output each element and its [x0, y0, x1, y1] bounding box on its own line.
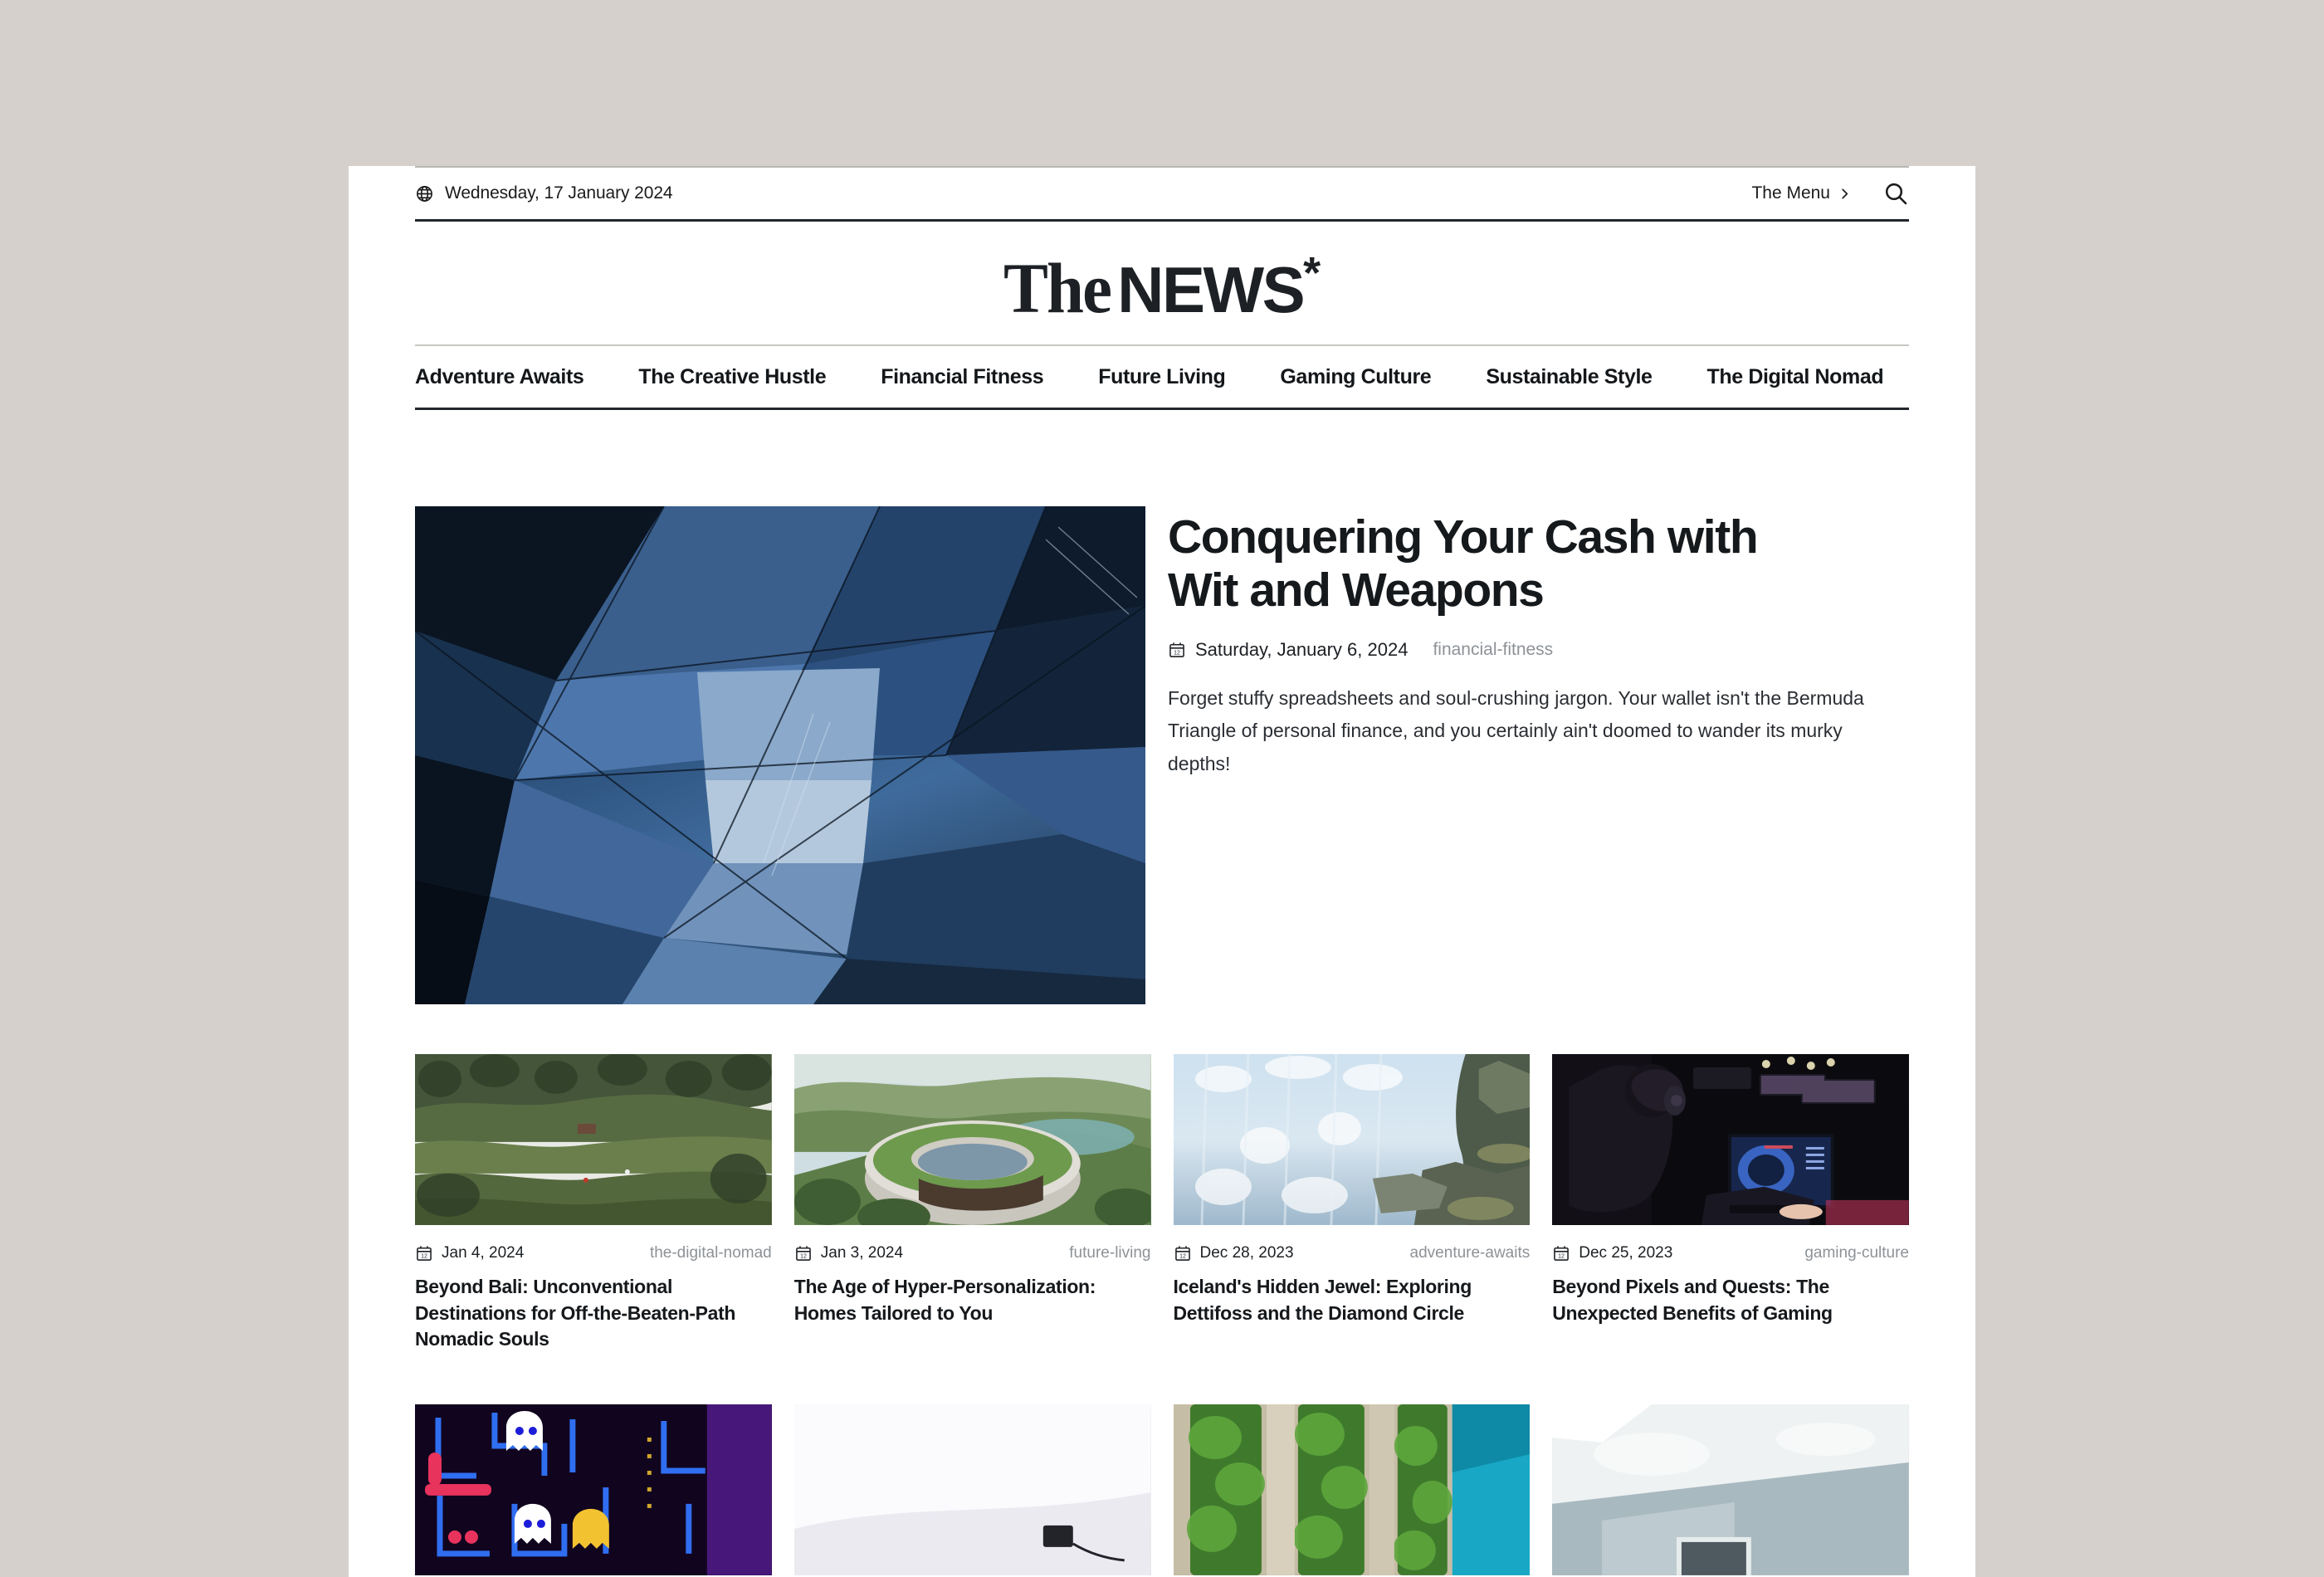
- nav-item-5[interactable]: Sustainable Style: [1486, 365, 1653, 389]
- hero-headline[interactable]: Conquering Your Cash with Wit and Weapon…: [1168, 510, 1832, 618]
- article-meta: 12 Dec 25, 2023 gaming-culture: [1552, 1244, 1909, 1262]
- topbar: Wednesday, 17 January 2024 The Menu: [415, 168, 1909, 219]
- article-card: [415, 1404, 772, 1576]
- article-grid-row-1: 12 Jan 4, 2024 the-digital-nomad Beyond Bal…: [415, 1004, 1909, 1353]
- hero-date-group: 12 Saturday, January 6, 2024: [1168, 639, 1408, 661]
- svg-text:12: 12: [421, 1254, 427, 1260]
- chevron-right-icon: [1838, 188, 1851, 200]
- article-thumbnail[interactable]: [793, 1054, 1151, 1225]
- the-menu-label: The Menu: [1751, 183, 1830, 203]
- article-category[interactable]: the-digital-nomad: [650, 1244, 772, 1262]
- article-meta: 12 Jan 3, 2024 future-living: [794, 1244, 1151, 1262]
- article-card: 12 Jan 3, 2024 future-living The Age of Hyp…: [793, 1054, 1151, 1353]
- hero-image-art: [415, 506, 1145, 1004]
- calendar-icon: 12: [1552, 1244, 1570, 1262]
- current-date: Wednesday, 17 January 2024: [445, 183, 673, 203]
- hero-article: Conquering Your Cash with Wit and Weapon…: [415, 410, 1909, 1004]
- article-date-group: 12 Dec 25, 2023: [1552, 1244, 1672, 1262]
- topbar-actions: The Menu: [1751, 180, 1909, 207]
- article-thumbnail[interactable]: [1552, 1404, 1909, 1576]
- article-card: [1173, 1404, 1531, 1576]
- calendar-icon: 12: [415, 1244, 433, 1262]
- calendar-icon: 12: [1174, 1244, 1192, 1262]
- article-category[interactable]: gaming-culture: [1804, 1244, 1909, 1262]
- hero-image[interactable]: [415, 506, 1145, 1004]
- article-card: 12 Jan 4, 2024 the-digital-nomad Beyond Bal…: [415, 1054, 772, 1353]
- primary-nav: Adventure Awaits The Creative Hustle Finan…: [415, 346, 1909, 408]
- hero-date: Saturday, January 6, 2024: [1195, 638, 1409, 660]
- nav-item-4[interactable]: Gaming Culture: [1280, 365, 1431, 389]
- article-category[interactable]: adventure-awaits: [1410, 1244, 1531, 1262]
- article-title[interactable]: Beyond Bali: Unconventional Destinations…: [415, 1274, 772, 1353]
- logo-news-text: NEWS: [1117, 253, 1306, 326]
- article-title[interactable]: Iceland's Hidden Jewel: Exploring Dettif…: [1174, 1274, 1531, 1326]
- article-category[interactable]: future-living: [1069, 1244, 1150, 1262]
- nav-item-3[interactable]: Future Living: [1098, 365, 1226, 389]
- article-card: [1552, 1404, 1909, 1576]
- article-date-group: 12 Dec 28, 2023: [1174, 1244, 1294, 1262]
- site-logo[interactable]: The NEWS *: [1003, 247, 1321, 326]
- article-date-group: 12 Jan 4, 2024: [415, 1244, 524, 1262]
- article-thumbnail[interactable]: [415, 1404, 772, 1576]
- article-date: Dec 25, 2023: [1579, 1244, 1673, 1262]
- hero-meta: 12 Saturday, January 6, 2024 financial-f…: [1168, 639, 1909, 661]
- article-card: 12 Dec 25, 2023 gaming-culture Beyond Pixel…: [1552, 1054, 1909, 1353]
- globe-icon: [415, 184, 434, 203]
- article-thumbnail[interactable]: [1173, 1054, 1531, 1225]
- nav-item-1[interactable]: The Creative Hustle: [638, 365, 826, 389]
- nav-item-6[interactable]: The Digital Nomad: [1707, 365, 1884, 389]
- article-thumbnail[interactable]: [793, 1404, 1151, 1576]
- article-date: Jan 3, 2024: [820, 1244, 904, 1262]
- calendar-icon: 12: [1168, 641, 1186, 659]
- article-meta: 12 Dec 28, 2023 adventure-awaits: [1174, 1244, 1531, 1262]
- logo-asterisk: *: [1303, 248, 1321, 298]
- hero-text-block: Conquering Your Cash with Wit and Weapon…: [1168, 506, 1909, 1004]
- masthead: The NEWS *: [415, 222, 1909, 344]
- article-thumbnail[interactable]: [1173, 1404, 1531, 1576]
- article-card: [793, 1404, 1151, 1576]
- svg-text:12: 12: [800, 1254, 807, 1260]
- nav-item-0[interactable]: Adventure Awaits: [415, 365, 584, 389]
- hero-category[interactable]: financial-fitness: [1433, 640, 1553, 660]
- article-title[interactable]: The Age of Hyper-Personalization: Homes …: [794, 1274, 1151, 1326]
- article-date: Jan 4, 2024: [442, 1244, 525, 1262]
- article-thumbnail[interactable]: [1552, 1054, 1909, 1225]
- hero-excerpt: Forget stuffy spreadsheets and soul-crus…: [1168, 686, 1864, 774]
- logo-the-text: The: [1003, 248, 1112, 328]
- svg-text:12: 12: [1558, 1254, 1565, 1260]
- article-title[interactable]: Beyond Pixels and Quests: The Unexpected…: [1552, 1274, 1909, 1326]
- article-date-group: 12 Jan 3, 2024: [794, 1244, 903, 1262]
- svg-text:12: 12: [1174, 650, 1180, 656]
- svg-text:12: 12: [1179, 1254, 1186, 1260]
- calendar-icon: 12: [794, 1244, 813, 1262]
- news-homepage: Wednesday, 17 January 2024 The Menu The …: [349, 166, 1975, 1577]
- article-meta: 12 Jan 4, 2024 the-digital-nomad: [415, 1244, 772, 1262]
- article-thumbnail[interactable]: [415, 1054, 772, 1225]
- the-menu-link[interactable]: The Menu: [1751, 183, 1851, 203]
- article-card: 12 Dec 28, 2023 adventure-awaits Iceland's …: [1173, 1054, 1531, 1353]
- search-icon[interactable]: [1882, 180, 1909, 207]
- nav-item-2[interactable]: Financial Fitness: [881, 365, 1043, 389]
- topbar-date-group: Wednesday, 17 January 2024: [415, 183, 673, 203]
- article-date: Dec 28, 2023: [1199, 1244, 1294, 1262]
- article-grid-row-2: [415, 1353, 1909, 1576]
